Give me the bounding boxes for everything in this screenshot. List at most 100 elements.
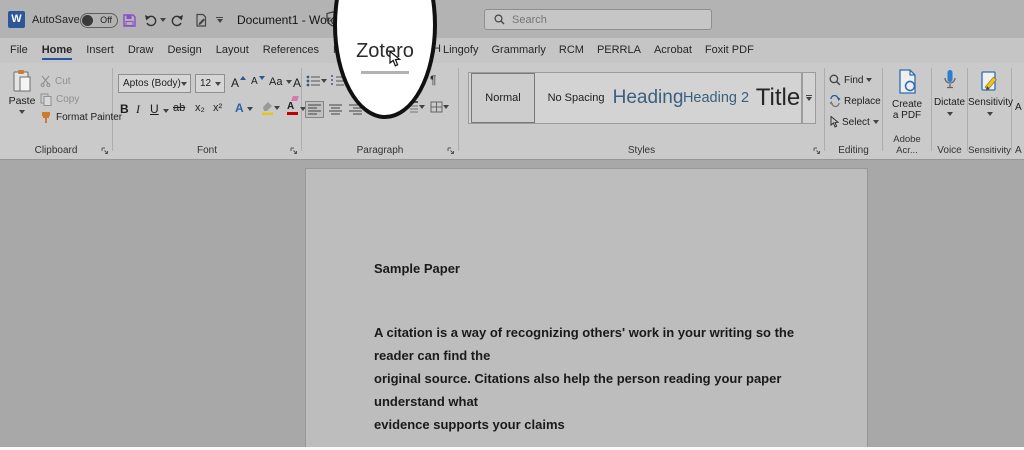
tab-design[interactable]: Design (167, 41, 201, 60)
show-formatting-button[interactable]: ¶ (430, 73, 436, 87)
underline-button[interactable]: U (150, 102, 159, 116)
style-no-spacing[interactable]: No Spacing (541, 73, 611, 123)
bullets-icon (306, 75, 321, 87)
customize-caret (217, 19, 223, 23)
search-box[interactable] (484, 9, 712, 30)
tab-draw[interactable]: Draw (128, 41, 154, 60)
styles-dialog-launcher-icon[interactable] (813, 147, 821, 155)
find-button[interactable]: Find (829, 72, 872, 88)
align-left-icon (308, 104, 321, 115)
copy-label: Copy (56, 94, 79, 105)
voice-group-label: Voice (932, 145, 967, 156)
borders-button[interactable] (430, 101, 449, 113)
style-heading-2[interactable]: Heading 2 (685, 73, 747, 123)
tab-foxit-pdf[interactable]: Foxit PDF (705, 41, 754, 60)
clipped-button-text[interactable]: A (1015, 102, 1022, 113)
styles-gallery: Normal No Spacing Heading Heading 2 Titl… (468, 72, 802, 124)
select-button[interactable]: Select (829, 114, 879, 130)
create-pdf-button[interactable]: Create a PDF (883, 69, 931, 121)
voice-group: Dictate Voice (932, 63, 967, 160)
sensitivity-group-label: Sensitivity (968, 145, 1011, 156)
doc-heading-text: Sample Paper (374, 261, 460, 276)
sensitivity-button[interactable]: Sensitivity (968, 69, 1011, 119)
document-canvas: Sample Paper A citation is a way of reco… (0, 160, 1024, 447)
tab-rcm[interactable]: RCM (559, 41, 584, 60)
cut-icon (40, 75, 51, 87)
paste-icon (12, 69, 32, 93)
tab-zotero[interactable]: Zotero (337, 40, 433, 63)
select-caret (873, 120, 879, 124)
tab-lingofy[interactable]: Lingofy (443, 41, 478, 60)
copy-button[interactable]: Copy (40, 91, 79, 107)
styles-more-bar (806, 95, 812, 96)
align-left-button[interactable] (305, 101, 324, 118)
dictate-button[interactable]: Dictate (932, 69, 967, 119)
text-effects-button[interactable]: A (235, 101, 253, 115)
style-normal[interactable]: Normal (471, 73, 535, 123)
paragraph-dialog-launcher-icon[interactable] (447, 147, 455, 155)
editing-group-label: Editing (825, 145, 882, 156)
ribbon-tab-row: File Home Insert Draw Design Layout Refe… (0, 38, 1024, 63)
format-painter-button[interactable]: Format Painter (40, 109, 122, 125)
select-cursor-icon (829, 116, 839, 128)
sensitivity-button-label: Sensitivity (968, 97, 1011, 108)
cut-label: Cut (55, 76, 71, 87)
find-icon (829, 74, 841, 86)
tab-insert[interactable]: Insert (86, 41, 114, 60)
document-pencil-icon (194, 13, 208, 28)
font-size-combo[interactable]: 12 (195, 74, 225, 93)
paste-label: Paste (6, 95, 38, 107)
tab-perrla[interactable]: PERRLA (597, 41, 641, 60)
document-page[interactable]: Sample Paper A citation is a way of reco… (305, 168, 868, 447)
grow-font-button[interactable]: A (231, 76, 246, 90)
word-window: W AutoSave Off Document1 - Word No Label (0, 0, 1024, 450)
search-input[interactable] (512, 14, 692, 26)
styles-more-button[interactable] (802, 72, 816, 124)
undo-dropdown-caret[interactable] (160, 18, 166, 22)
paste-dropdown-caret[interactable] (19, 110, 25, 114)
clipboard-dialog-launcher-icon[interactable] (101, 147, 109, 155)
undo-button[interactable] (144, 11, 166, 29)
undo-icon (144, 13, 158, 27)
tab-grammarly[interactable]: Grammarly (491, 41, 545, 60)
autosave-toggle[interactable]: Off (80, 13, 118, 28)
editing-group: Find Replace Select Editing (825, 63, 882, 160)
redo-icon (170, 13, 184, 27)
style-heading-1[interactable]: Heading (615, 73, 681, 123)
tab-home[interactable]: Home (42, 41, 73, 60)
font-name-combo[interactable]: Aptos (Body) (118, 74, 191, 93)
create-pdf-line2: a PDF (883, 110, 931, 121)
align-center-button[interactable] (326, 101, 345, 118)
style-title[interactable]: Title (751, 73, 805, 123)
strikethrough-button[interactable]: ab (173, 102, 185, 114)
highlight-button[interactable] (261, 101, 280, 115)
customize-qat-button[interactable] (216, 11, 223, 29)
clear-formatting-button[interactable]: A (293, 76, 301, 104)
underline-caret[interactable] (163, 109, 169, 113)
save-button[interactable] (122, 11, 137, 29)
tab-acrobat[interactable]: Acrobat (654, 41, 692, 60)
select-label: Select (842, 117, 870, 128)
subscript-button[interactable]: x₂ (195, 102, 205, 114)
superscript-button[interactable]: x² (213, 102, 222, 114)
font-dialog-launcher-icon[interactable] (290, 147, 298, 155)
replace-label: Replace (844, 96, 881, 107)
change-case-button[interactable]: Aa (269, 76, 292, 88)
font-color-button[interactable]: A (287, 101, 298, 115)
customize-bar (216, 17, 223, 18)
tab-file[interactable]: File (10, 41, 28, 60)
shrink-font-button[interactable]: A (251, 76, 265, 87)
find-label: Find (844, 75, 863, 86)
cut-button[interactable]: Cut (40, 73, 71, 89)
tab-layout[interactable]: Layout (216, 41, 249, 60)
tab-references[interactable]: References (263, 41, 319, 60)
copy-icon (40, 93, 52, 106)
paste-button[interactable]: Paste (6, 69, 38, 131)
replace-button[interactable]: Replace (829, 93, 881, 109)
editor-mode-button[interactable] (194, 11, 208, 29)
italic-button[interactable]: I (136, 102, 140, 117)
styles-group: Normal No Spacing Heading Heading 2 Titl… (459, 63, 824, 160)
bullets-button[interactable] (306, 75, 327, 87)
bold-button[interactable]: B (120, 102, 129, 116)
redo-button[interactable] (170, 11, 184, 29)
